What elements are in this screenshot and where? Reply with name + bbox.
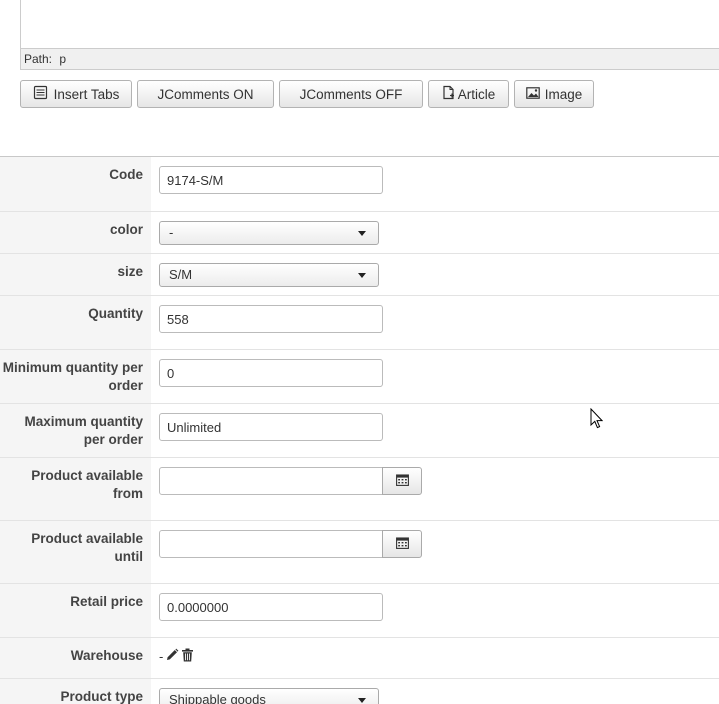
chevron-down-icon: [358, 273, 366, 278]
product-type-selected-value: Shippable goods: [169, 692, 266, 704]
path-value[interactable]: p: [59, 52, 66, 66]
jcomments-on-button[interactable]: JComments ON: [137, 80, 274, 108]
min-quantity-label: Minimum quantity per order: [0, 350, 151, 403]
size-select[interactable]: S/M: [159, 263, 379, 287]
row-max-quantity: Maximum quantity per order: [0, 404, 719, 458]
product-type-select[interactable]: Shippable goods: [159, 688, 379, 704]
warehouse-value-group: -: [159, 648, 194, 665]
max-quantity-label: Maximum quantity per order: [0, 404, 151, 457]
available-from-input[interactable]: [159, 467, 383, 495]
jcomments-off-label: JComments OFF: [299, 86, 403, 102]
available-until-label: Product available until: [0, 521, 151, 583]
tabs-icon: [33, 85, 48, 103]
available-until-calendar-button[interactable]: [382, 530, 422, 558]
code-input[interactable]: [159, 166, 383, 194]
chevron-down-icon: [358, 231, 366, 236]
calendar-icon: [395, 473, 409, 489]
product-type-label: Product type: [0, 679, 151, 704]
size-label: size: [0, 254, 151, 295]
quantity-input[interactable]: [159, 305, 383, 333]
editor-content-area[interactable]: [20, 0, 719, 48]
row-quantity: Quantity: [0, 296, 719, 350]
insert-tabs-label: Insert Tabs: [53, 86, 120, 102]
row-color: color -: [0, 212, 719, 254]
image-label: Image: [544, 86, 583, 102]
available-until-input[interactable]: [159, 530, 383, 558]
warehouse-value: -: [159, 649, 164, 664]
size-selected-value: S/M: [169, 267, 193, 282]
retail-price-label: Retail price: [0, 584, 151, 637]
article-icon: [442, 85, 455, 103]
image-icon: [525, 86, 540, 102]
insert-tabs-button[interactable]: Insert Tabs: [20, 80, 132, 108]
color-select[interactable]: -: [159, 221, 379, 245]
retail-price-input[interactable]: [159, 593, 383, 621]
quantity-label: Quantity: [0, 296, 151, 349]
available-from-calendar-button[interactable]: [382, 467, 422, 495]
jcomments-on-label: JComments ON: [157, 86, 254, 102]
available-from-label: Product available from: [0, 458, 151, 520]
row-warehouse: Warehouse -: [0, 638, 719, 679]
image-button[interactable]: Image: [514, 80, 594, 108]
trash-icon[interactable]: [181, 648, 194, 665]
editor-path-bar: Path: p: [20, 48, 719, 70]
row-available-until: Product available until: [0, 521, 719, 584]
product-attributes-form: Code color - size S/M Quantity Minimum q: [0, 157, 719, 704]
warehouse-label: Warehouse: [0, 638, 151, 678]
row-retail-price: Retail price: [0, 584, 719, 638]
jcomments-off-button[interactable]: JComments OFF: [279, 80, 423, 108]
min-quantity-input[interactable]: [159, 359, 383, 387]
article-button[interactable]: Article: [428, 80, 509, 108]
code-label: Code: [0, 157, 151, 211]
pencil-icon[interactable]: [165, 648, 179, 665]
row-min-quantity: Minimum quantity per order: [0, 350, 719, 404]
color-label: color: [0, 212, 151, 253]
path-label: Path:: [24, 52, 53, 66]
chevron-down-icon: [358, 698, 366, 703]
color-selected-value: -: [169, 225, 174, 240]
max-quantity-input[interactable]: [159, 413, 383, 441]
row-code: Code: [0, 157, 719, 212]
row-product-type: Product type Shippable goods: [0, 679, 719, 704]
row-size: size S/M: [0, 254, 719, 296]
calendar-icon: [395, 536, 409, 552]
article-label: Article: [457, 86, 496, 102]
mouse-cursor-icon: [590, 407, 604, 432]
row-available-from: Product available from: [0, 458, 719, 521]
